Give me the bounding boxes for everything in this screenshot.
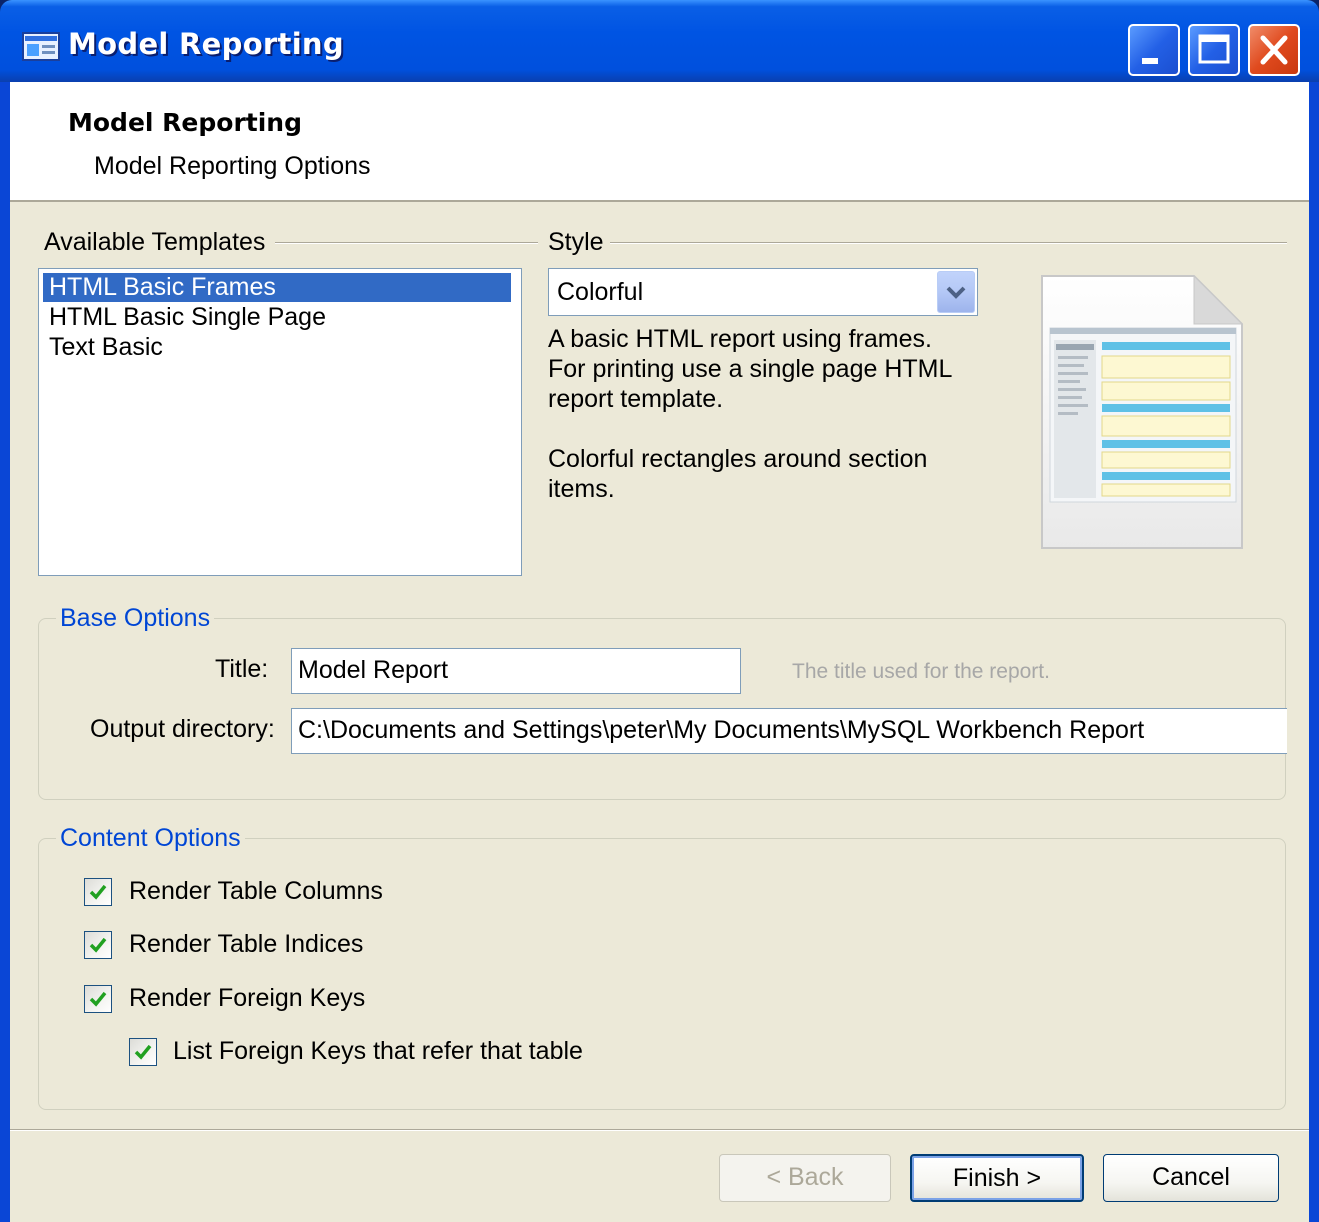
close-button[interactable] (1248, 24, 1300, 76)
render-table-indices-label[interactable]: Render Table Indices (129, 930, 363, 959)
maximize-button[interactable] (1188, 24, 1240, 76)
style-select[interactable]: Colorful (548, 268, 978, 316)
close-icon (1260, 35, 1288, 65)
minimize-icon (1142, 58, 1158, 64)
list-foreign-keys-label[interactable]: List Foreign Keys that refer that table (173, 1037, 583, 1066)
cancel-button[interactable]: Cancel (1103, 1154, 1279, 1202)
dialog-window: Model Reporting Model Reporting Model Re… (0, 0, 1319, 1222)
content-options-caption: Content Options (56, 824, 245, 853)
dialog-client-area: Model Reporting Model Reporting Options … (10, 82, 1309, 1222)
output-directory-label: Output directory: (90, 715, 275, 743)
render-foreign-keys-label[interactable]: Render Foreign Keys (129, 984, 365, 1013)
render-table-columns-checkbox[interactable] (84, 878, 112, 906)
wizard-header: Model Reporting Model Reporting Options (10, 82, 1309, 202)
maximize-icon (1198, 34, 1230, 64)
title-label: Title: (215, 655, 269, 683)
report-preview-thumbnail (1041, 274, 1244, 549)
style-divider (610, 242, 1287, 244)
title-bar[interactable]: Model Reporting (0, 0, 1319, 82)
render-table-indices-checkbox[interactable] (84, 931, 112, 959)
checkmark-icon (89, 937, 107, 953)
templates-listbox[interactable]: HTML Basic Frames HTML Basic Single Page… (38, 268, 522, 576)
header-subtitle: Model Reporting Options (94, 152, 371, 180)
template-item-html-basic-single-page[interactable]: HTML Basic Single Page (43, 303, 326, 332)
chevron-down-icon (946, 286, 966, 299)
template-item-text-basic[interactable]: Text Basic (43, 333, 163, 362)
render-table-columns-label[interactable]: Render Table Columns (129, 877, 383, 906)
list-foreign-keys-checkbox[interactable] (129, 1038, 157, 1066)
checkmark-icon (89, 884, 107, 900)
title-hint: The title used for the report. (792, 660, 1050, 683)
style-description-line-1: A basic HTML report using frames. (548, 325, 932, 353)
style-dropdown-button[interactable] (937, 271, 975, 313)
style-label: Style (548, 228, 604, 256)
footer-divider (10, 1129, 1309, 1131)
style-select-value: Colorful (557, 278, 644, 306)
render-foreign-keys-checkbox[interactable] (84, 985, 112, 1013)
finish-button[interactable]: Finish > (910, 1154, 1084, 1202)
templates-divider (275, 242, 538, 244)
header-title: Model Reporting (68, 108, 302, 137)
back-button[interactable]: < Back (719, 1154, 891, 1202)
checkmark-icon (89, 991, 107, 1007)
style-detail-line-2: items. (548, 475, 615, 503)
style-description-line-2: For printing use a single page HTML (548, 355, 953, 383)
templates-label: Available Templates (44, 228, 266, 256)
window-frame-right (1309, 82, 1319, 1222)
window-frame-left (0, 82, 10, 1222)
app-icon (22, 32, 60, 61)
window-title: Model Reporting (68, 27, 344, 61)
template-item-html-basic-frames[interactable]: HTML Basic Frames (43, 273, 511, 302)
base-options-caption: Base Options (56, 604, 215, 633)
output-directory-input[interactable]: C:\Documents and Settings\peter\My Docum… (291, 708, 1287, 754)
style-description-line-3: report template. (548, 385, 724, 413)
checkmark-icon (134, 1044, 152, 1060)
title-input[interactable]: Model Report (291, 648, 741, 694)
style-detail-line-1: Colorful rectangles around section (548, 445, 928, 473)
minimize-button[interactable] (1128, 24, 1180, 76)
